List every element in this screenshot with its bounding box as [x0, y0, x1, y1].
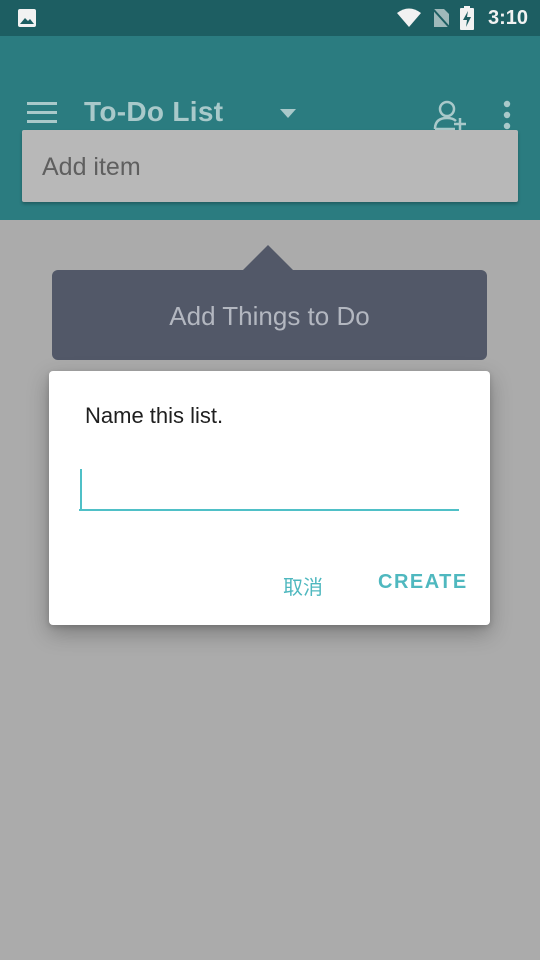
create-button[interactable]: CREATE — [378, 571, 468, 594]
menu-icon[interactable] — [27, 102, 57, 124]
tooltip-arrow — [242, 245, 294, 271]
dialog-title: Name this list. — [85, 403, 224, 428]
list-name-input[interactable] — [79, 467, 459, 511]
status-time: 3:10 — [487, 6, 528, 29]
status-bar: 3:10 — [0, 0, 540, 36]
more-vert-icon[interactable] — [501, 100, 513, 130]
battery-charging-icon — [459, 6, 474, 30]
add-person-icon[interactable] — [433, 99, 467, 131]
add-item-input[interactable] — [40, 130, 504, 204]
tooltip-text: Add Things to Do — [169, 301, 370, 331]
text-cursor — [80, 469, 82, 509]
chevron-down-icon[interactable] — [280, 109, 296, 119]
name-list-dialog: Name this list. 取消 CREATE — [49, 371, 490, 625]
no-sim-icon — [431, 7, 450, 29]
wifi-icon — [396, 8, 421, 27]
tooltip: Add Things to Do — [52, 270, 487, 360]
image-icon — [18, 9, 36, 27]
cancel-button[interactable]: 取消 — [283, 571, 323, 600]
add-item-box — [22, 130, 518, 204]
status-icons: 3:10 — [396, 0, 528, 36]
list-title[interactable]: To-Do List — [84, 96, 223, 128]
